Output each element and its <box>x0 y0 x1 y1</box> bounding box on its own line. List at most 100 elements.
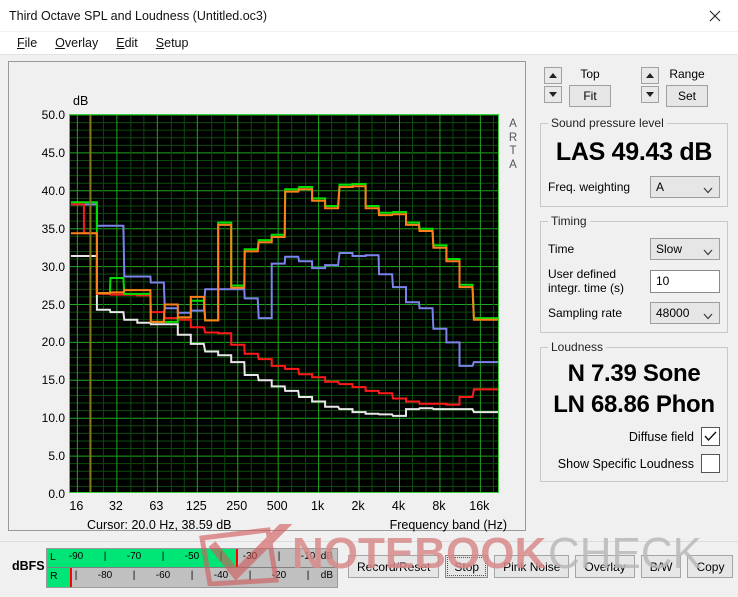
menu-item-overlay[interactable]: Overlay <box>46 34 107 52</box>
right-control-panel: Top Fit Range Set Sound pressure level L… <box>534 61 732 482</box>
meter-minor-tick: | <box>190 570 194 581</box>
main-content: dB Third octave SPL 50.045.040.035.030.0… <box>0 56 738 541</box>
y-axis-tick: 40.0 <box>41 183 65 198</box>
top-fit-button[interactable]: Fit <box>569 85 611 107</box>
top-down-button[interactable] <box>544 86 562 103</box>
specific-loudness-row[interactable]: Show Specific Loudness <box>548 454 720 473</box>
integration-time-row: User defined integr. time (s) 10 <box>548 267 720 295</box>
time-row: Time Slow <box>548 238 720 260</box>
spl-plot[interactable] <box>69 114 499 493</box>
y-axis-tick: 5.0 <box>48 449 65 464</box>
input-level-meters[interactable]: L dB -90 -70 -50 -30 -10 | | | | R dB -80 -60 -40 -… <box>46 548 338 588</box>
range-up-button[interactable] <box>641 67 659 84</box>
range-down-button[interactable] <box>641 86 659 103</box>
menu-item-setup[interactable]: Setup <box>147 34 198 52</box>
top-controls: Top Fit <box>569 67 611 107</box>
chevron-down-icon <box>703 183 713 197</box>
sampling-rate-select[interactable]: 48000 <box>650 302 720 324</box>
window-titlebar: Third Octave SPL and Loudness (Untitled.… <box>0 0 738 32</box>
diffuse-field-checkbox[interactable] <box>701 427 720 446</box>
button-overlay[interactable]: Overlay <box>575 555 635 578</box>
x-axis-tick: 2k <box>351 499 365 513</box>
specific-loudness-label: Show Specific Loudness <box>557 456 694 471</box>
loudness-sone-value: N 7.39 Sone <box>567 360 701 387</box>
menu-file-mnemonic: F <box>17 36 25 50</box>
right-channel-meter: R dB -80 -60 -40 -20 | | | | | <box>47 568 337 587</box>
menu-setup-rest: etup <box>164 36 189 50</box>
meter-minor-tick: | <box>248 570 252 581</box>
weighting-select[interactable]: A <box>650 176 720 198</box>
left-meter-peak <box>235 549 238 568</box>
menubar: File Overlay Edit Setup <box>0 32 738 55</box>
menu-setup-mnemonic: S <box>155 36 165 50</box>
button-b-w[interactable]: B/W <box>640 555 682 578</box>
timing-group: Timing Time Slow User defined integr. tim… <box>540 214 728 333</box>
chart-panel: dB Third octave SPL 50.045.040.035.030.0… <box>8 61 526 532</box>
weighting-value: A <box>656 180 665 194</box>
range-set-button[interactable]: Set <box>666 85 708 107</box>
y-axis-tick: 50.0 <box>41 108 65 122</box>
y-axis-tick: 10.0 <box>41 411 65 426</box>
meter-tick: -30 <box>242 551 258 562</box>
x-axis-tick: 16k <box>469 499 490 513</box>
y-axis-unit-label: dB <box>73 94 89 108</box>
meter-minor-tick: | <box>161 551 165 562</box>
cursor-readout: Cursor: 20.0 Hz, 38.59 dB <box>87 518 232 532</box>
y-axis-ticks: 50.0 45.0 40.0 35.0 30.0 25.0 20.0 15.0 10.0 5.0 0… <box>9 108 65 501</box>
menu-item-edit[interactable]: Edit <box>107 34 147 52</box>
spl-group-label: Sound pressure level <box>551 116 664 130</box>
dbfs-label: dBFS <box>12 559 45 573</box>
time-select[interactable]: Slow <box>650 238 720 260</box>
diffuse-field-row[interactable]: Diffuse field <box>548 427 720 446</box>
timing-group-label: Timing <box>551 214 587 228</box>
y-axis-tick: 35.0 <box>41 221 65 236</box>
meter-tick: -10 <box>300 551 316 562</box>
menu-item-file[interactable]: File <box>8 34 46 52</box>
arta-watermark: ARTA <box>506 118 520 172</box>
bottom-bar: dBFS L dB -90 -70 -50 -30 -10 | | | | R dB -80 -6… <box>0 541 738 597</box>
x-axis-tick: 4k <box>391 499 406 513</box>
right-meter-peak <box>70 568 73 587</box>
button-record-reset[interactable]: Record/Reset <box>348 555 440 578</box>
menu-edit-rest: dit <box>124 36 138 50</box>
specific-loudness-checkbox[interactable] <box>701 454 720 473</box>
window-title: Third Octave SPL and Loudness (Untitled.… <box>9 8 268 23</box>
meter-tick: -80 <box>97 570 113 581</box>
menu-edit-mnemonic: E <box>116 36 125 50</box>
meter-minor-tick: | <box>277 551 281 562</box>
y-axis-tick: 0.0 <box>48 487 65 501</box>
menu-file-rest: ile <box>24 36 38 50</box>
sampling-rate-row: Sampling rate 48000 <box>548 302 720 324</box>
loudness-group-label: Loudness <box>551 340 604 354</box>
range-spinner-group: Range Set <box>641 67 708 107</box>
chevron-down-icon <box>703 309 713 323</box>
range-controls: Range Set <box>666 67 708 107</box>
chevron-down-icon <box>703 245 713 259</box>
meter-minor-tick: | <box>74 570 78 581</box>
close-icon[interactable] <box>692 0 738 31</box>
meter-tick: -20 <box>271 570 287 581</box>
right-meter-unit: dB <box>320 570 333 581</box>
y-axis-tick: 45.0 <box>41 145 65 160</box>
y-axis-tick: 25.0 <box>41 297 65 312</box>
spl-value: LAS 49.43 dB <box>555 138 713 166</box>
action-buttons: Record/Reset Stop Pink Noise Overlay B/W Copy <box>348 555 734 578</box>
x-axis-tick: 16 <box>69 499 84 513</box>
x-axis-tick: 1k <box>311 499 325 513</box>
top-up-button[interactable] <box>544 67 562 84</box>
button-pink-noise[interactable]: Pink Noise <box>494 555 570 578</box>
top-spinner-group: Top Fit <box>544 67 611 107</box>
meter-tick: -40 <box>213 570 229 581</box>
axis-spinners: Top Fit Range Set <box>534 61 732 109</box>
sampling-rate-label: Sampling rate <box>548 306 623 320</box>
series-orange <box>70 185 498 323</box>
loudness-group: Loudness N 7.39 Sone LN 68.86 Phon Diffu… <box>540 340 728 482</box>
button-stop[interactable]: Stop <box>445 555 489 578</box>
diffuse-field-label: Diffuse field <box>628 429 694 444</box>
x-axis-tick: 32 <box>108 499 123 513</box>
integration-time-input[interactable]: 10 <box>650 269 720 293</box>
button-copy[interactable]: Copy <box>687 555 734 578</box>
meter-tick: -70 <box>126 551 142 562</box>
arta-letter: T <box>509 145 517 157</box>
y-axis-tick: 15.0 <box>41 373 65 388</box>
